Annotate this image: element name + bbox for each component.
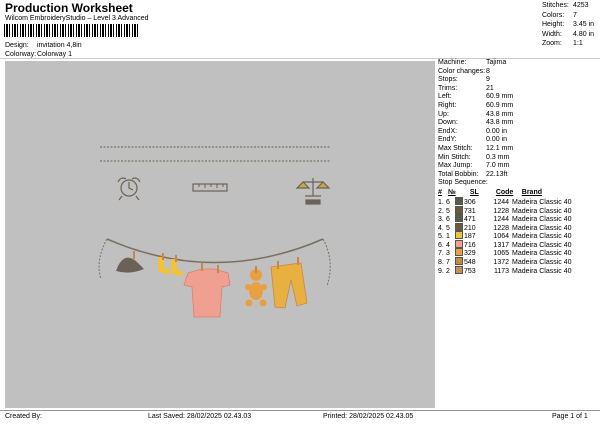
pants-item [270,262,308,309]
stats-box: Stitches: 4253 Colors: 7 Height: 3.45 in Wi… [542,1,598,49]
color-swatch [455,205,463,214]
machine-info-panel: Machine: Tajima Color changes:8 Stops: 9 T… [438,59,598,275]
sequence-table: 1. 6 306 1244 Madeira Classic 40 2. 5 731 1228 Ma… [438,196,598,275]
color-swatch [455,248,463,257]
sequence-row: 8. 7 548 1372 Madeira Classic 40 [438,257,572,267]
stat-row: Width: 4.80 in [542,30,595,38]
stat-row: Height: 3.45 in [542,21,595,28]
design-preview [5,61,435,408]
stat-row: Stitches: 4253 [542,2,589,9]
colorway-row: Colorway: Colorway 1 [5,51,72,58]
embroidery-artwork [98,146,331,318]
sequence-header: # № SL Code Brand [438,188,542,196]
design-label: Design: [5,42,29,49]
scale-icon [295,178,331,205]
footer: Created By: Last Saved: 28/02/2025 02.43… [0,410,600,425]
page-title: Production Worksheet [5,1,133,15]
alarm-clock-icon [117,177,141,201]
stat-row: Colors: 7 [542,11,577,19]
page-number: Page 1 of 1 [552,413,588,420]
color-swatch [455,222,463,231]
sequence-row: 7. 3 329 1065 Madeira Classic 40 [438,248,572,258]
sequence-row: 5. 1 187 1064 Madeira Classic 40 [438,231,572,241]
color-swatch [455,196,463,205]
design-value: invitation 4,8in [36,42,82,49]
sequence-row: 9. 2 753 1173 Madeira Classic 40 [438,265,572,275]
clothesline-rope [106,238,324,264]
sequence-row: 1. 6 306 1244 Madeira Classic 40 [438,196,572,206]
stop-sequence-heading: Stop Sequence: [438,179,488,187]
color-swatch [455,265,463,274]
sequence-row: 3. 6 471 1244 Madeira Classic 40 [438,214,572,224]
sequence-row: 6. 4 716 1317 Madeira Classic 40 [438,239,572,249]
color-swatch [455,257,463,266]
colorway-value: Colorway 1 [36,51,72,58]
ruler-icon [192,183,228,192]
colorway-label: Colorway: [5,51,37,58]
barcode [4,24,138,37]
software-subtitle: Wilcom EmbroideryStudio – Level 3 Advanc… [5,15,149,22]
last-saved: Last Saved: 28/02/2025 02.43.03 [148,413,252,420]
color-swatch [455,214,463,223]
sequence-row: 2. 5 731 1228 Madeira Classic 40 [438,205,572,215]
printed-date: Printed: 28/02/2025 02.43.05 [323,413,414,420]
stat-row: Zoom: 1:1 [542,40,583,47]
design-row: Design: invitation 4,8in [5,42,82,49]
hat-item [116,257,144,273]
onesie-item [183,268,231,318]
sequence-row: 4. 5 210 1228 Madeira Classic 40 [438,222,572,232]
created-by: Created By: [5,413,42,420]
teddy-bear-item [245,269,267,307]
color-swatch [455,239,463,248]
color-swatch [455,231,463,240]
